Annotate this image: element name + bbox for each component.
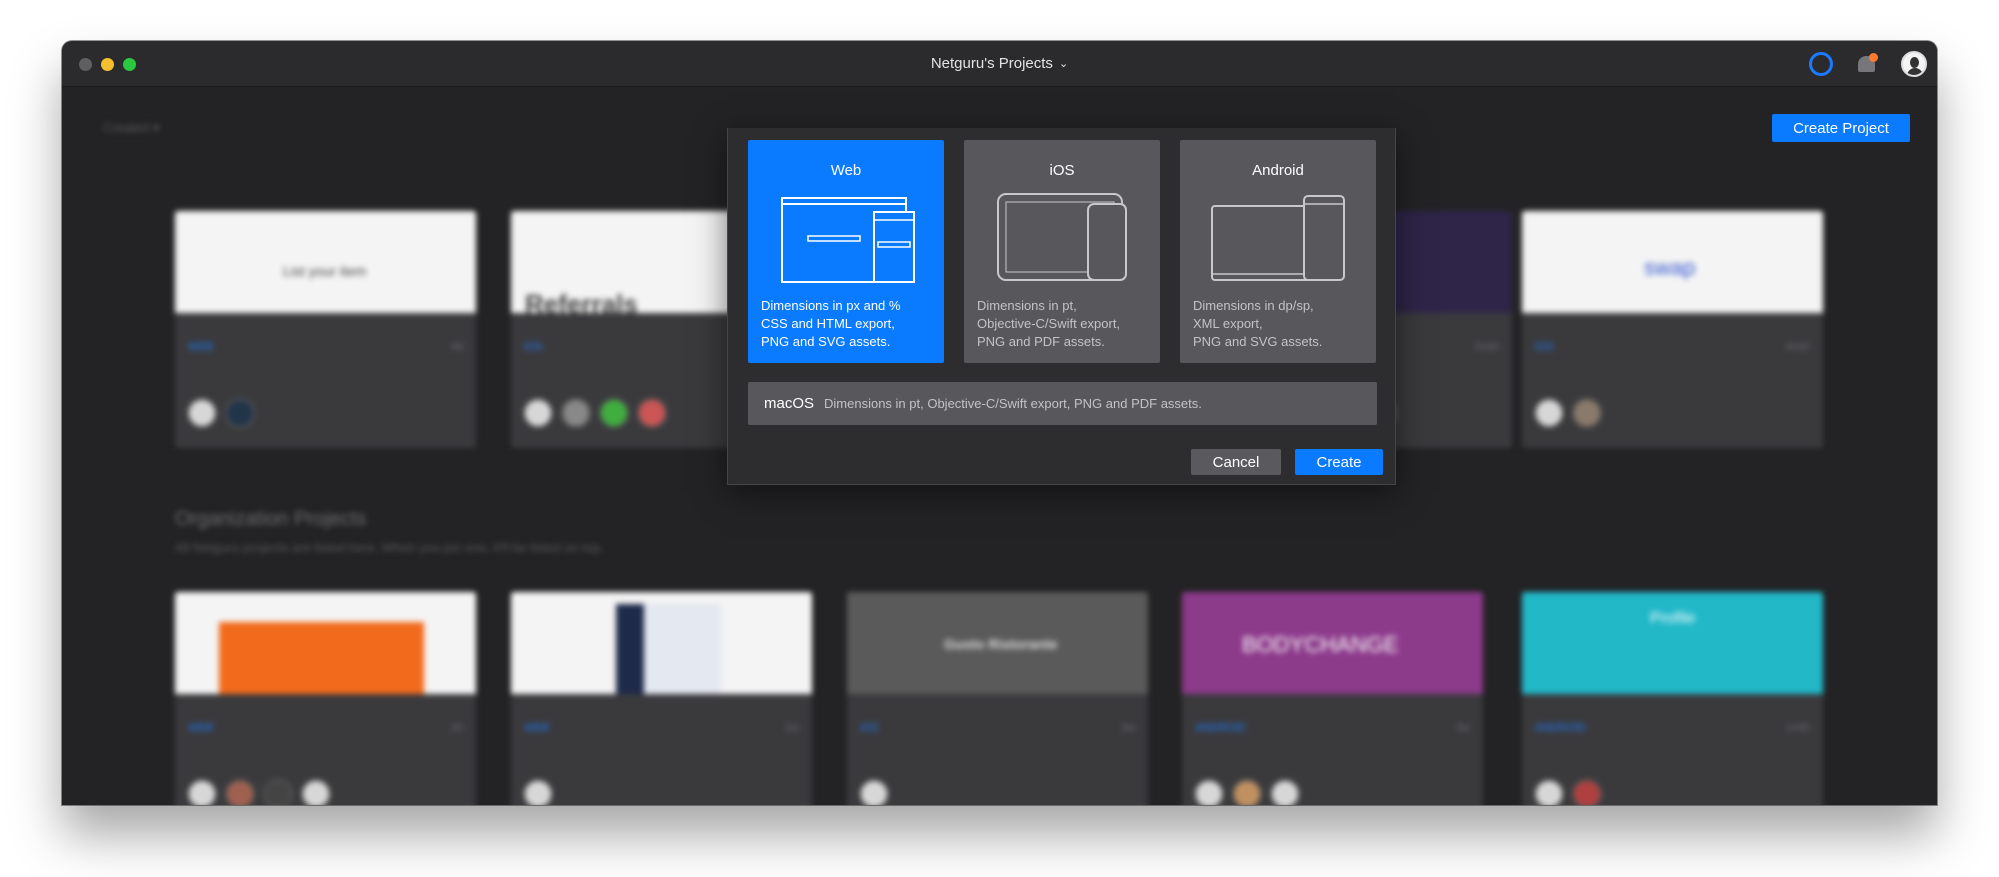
avatar — [859, 779, 889, 805]
avatar — [1194, 779, 1224, 805]
platform-option-android[interactable]: Android Dimensions in dp/sp, XML export,… — [1180, 140, 1376, 363]
avatar — [1534, 398, 1564, 428]
avatar — [301, 779, 331, 805]
thumbnail-text: Referrals — [525, 289, 638, 319]
thumbnail-text: List your item — [283, 263, 367, 279]
android-devices-icon — [1211, 195, 1345, 281]
platform-label: iOS — [860, 722, 879, 734]
option-title: iOS — [1049, 162, 1075, 179]
platform-label: WEB — [188, 341, 214, 353]
title-bar: Netguru's Projects ⌄ — [62, 41, 1937, 87]
sort-filter-label: Created — [103, 120, 150, 135]
project-card[interactable]: Profile ANDROID 1mth — [1522, 592, 1823, 805]
project-switcher[interactable]: Netguru's Projects ⌄ — [62, 55, 1937, 72]
avatar — [263, 779, 293, 805]
cancel-button[interactable]: Cancel — [1191, 449, 1281, 475]
age-label: 2mth — [1474, 341, 1499, 353]
project-card[interactable]: BODYCHANGE ANDROID 3w — [1182, 592, 1483, 805]
age-label: 2w — [784, 722, 799, 734]
sort-filter-dropdown[interactable]: Created ▾ — [103, 120, 159, 136]
project-thumbnail — [511, 592, 812, 694]
avatar — [187, 779, 217, 805]
thumbnail-text: swap — [1644, 255, 1696, 280]
project-thumbnail — [175, 592, 476, 694]
section-subtitle: All Netguru projects are listed here. Wh… — [175, 540, 604, 555]
project-card[interactable]: WEB 2h — [175, 592, 476, 805]
age-label: 3w — [1120, 722, 1135, 734]
activity-ring-icon[interactable] — [1809, 52, 1833, 76]
avatar — [523, 398, 553, 428]
project-thumbnail: swap — [1522, 211, 1823, 313]
new-project-dialog: Web Dimensions in px and % CSS and HTML … — [727, 128, 1396, 485]
platform-label: ANDROID — [1535, 722, 1586, 734]
create-button[interactable]: Create — [1295, 449, 1383, 475]
age-label: 4mth — [1785, 341, 1810, 353]
create-project-button[interactable]: Create Project — [1772, 114, 1910, 142]
app-window: Netguru's Projects ⌄ Create Project Creat… — [62, 41, 1937, 805]
option-title: Android — [1252, 162, 1304, 179]
avatar — [187, 398, 217, 428]
platform-label: iOS — [524, 341, 543, 353]
thumbnail-text: Gusto Ristorante — [944, 636, 1058, 652]
project-card[interactable]: WEB 2w — [511, 592, 812, 805]
platform-option-ios[interactable]: iOS Dimensions in pt, Objective-C/Swift … — [964, 140, 1160, 363]
avatar — [561, 398, 591, 428]
platform-option-macos[interactable]: macOS Dimensions in pt, Objective-C/Swif… — [748, 382, 1377, 425]
option-description: Dimensions in px and % CSS and HTML expo… — [761, 298, 901, 349]
window-title: Netguru's Projects — [930, 55, 1053, 72]
project-card[interactable]: swap iOS 4mth — [1522, 211, 1823, 448]
user-avatar[interactable] — [1901, 51, 1927, 77]
age-label: 2h — [450, 722, 463, 734]
section-title: Organization Projects — [175, 508, 367, 530]
avatar — [637, 398, 667, 428]
avatar — [599, 398, 629, 428]
avatar — [1232, 779, 1262, 805]
platform-label: WEB — [188, 722, 214, 734]
platform-option-web[interactable]: Web Dimensions in px and % CSS and HTML … — [748, 140, 944, 363]
project-thumbnail: Gusto Ristorante — [847, 592, 1148, 694]
web-devices-icon — [781, 197, 915, 283]
thumbnail-text: Profile — [1650, 610, 1696, 627]
project-card[interactable]: List your item WEB 4d — [175, 211, 476, 448]
macos-title: macOS — [764, 395, 815, 412]
avatar — [1572, 779, 1602, 805]
age-label: 1mth — [1785, 722, 1810, 734]
macos-description: Dimensions in pt, Objective-C/Swift expo… — [824, 396, 1202, 411]
platform-label: iOS — [1535, 341, 1554, 353]
project-thumbnail: BODYCHANGE — [1182, 592, 1483, 694]
age-label: 3w — [1455, 722, 1470, 734]
option-description: Dimensions in dp/sp, XML export, PNG and… — [1193, 298, 1323, 349]
project-card[interactable]: Gusto Ristorante iOS 3w — [847, 592, 1148, 805]
age-label: 4d — [450, 341, 463, 353]
notification-bell-icon[interactable] — [1855, 52, 1879, 76]
ios-devices-icon — [997, 193, 1127, 281]
avatar — [1270, 779, 1300, 805]
project-thumbnail: List your item — [175, 211, 476, 313]
avatar — [225, 398, 255, 428]
avatar — [1534, 779, 1564, 805]
project-thumbnail: Profile — [1522, 592, 1823, 694]
platform-label: WEB — [524, 722, 550, 734]
option-title: Web — [830, 162, 862, 179]
chevron-down-icon: ⌄ — [1058, 58, 1069, 70]
thumbnail-text: BODYCHANGE — [1242, 632, 1399, 657]
platform-label: ANDROID — [1195, 722, 1246, 734]
avatar — [1572, 398, 1602, 428]
option-description: Dimensions in pt, Objective-C/Swift expo… — [977, 298, 1121, 349]
avatar — [523, 779, 553, 805]
avatar — [225, 779, 255, 805]
